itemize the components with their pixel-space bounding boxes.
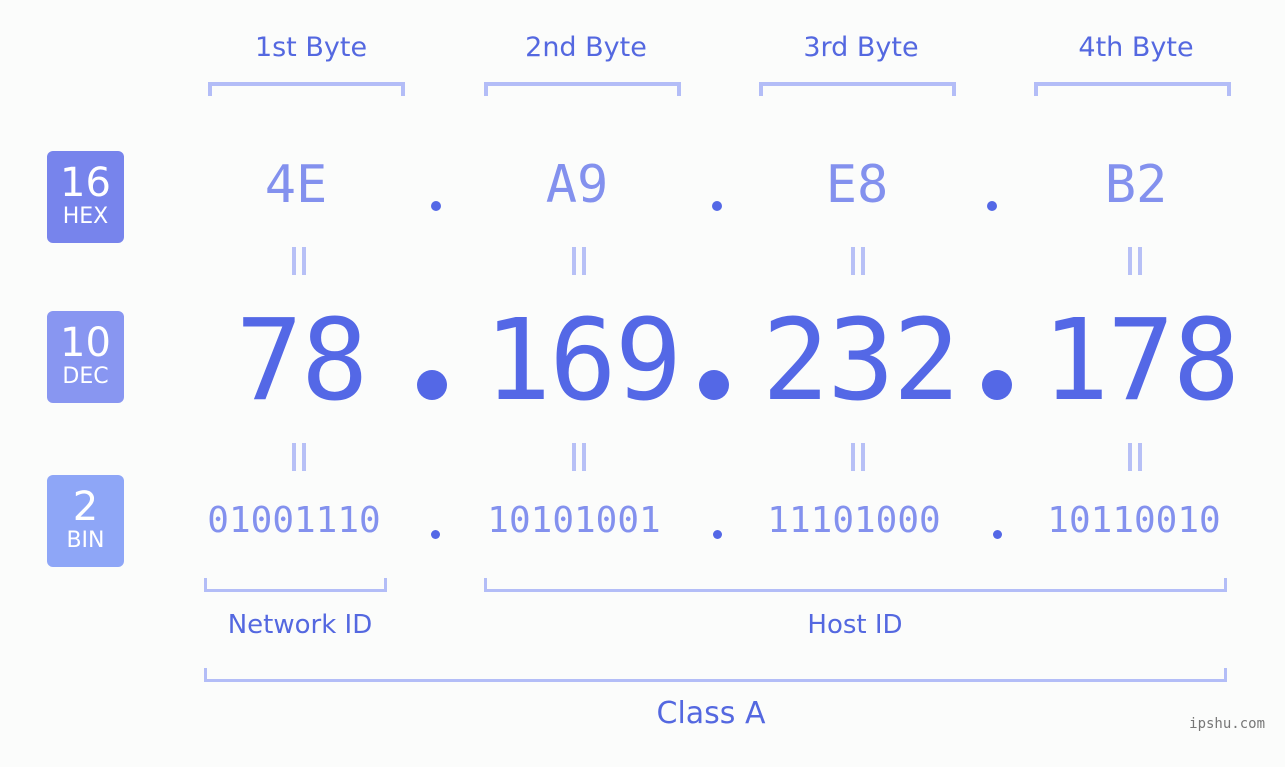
dec-value-2: 169 [483, 296, 682, 426]
hex-value-4: B2 [1104, 155, 1168, 215]
host-id-label: Host ID [807, 610, 903, 640]
dec-base: 10 [60, 320, 111, 366]
byte-header-3: 3rd Byte [803, 32, 919, 63]
hex-label: HEX [62, 204, 109, 229]
dec-badge: 10 DEC [47, 311, 124, 403]
equals-icon [572, 443, 588, 471]
hex-value-1: 4E [264, 155, 328, 215]
hex-value-3: E8 [825, 155, 889, 215]
network-id-label: Network ID [227, 610, 373, 640]
class-bracket [204, 668, 1227, 682]
bin-value-4: 10110010 [1047, 500, 1221, 541]
equals-icon [292, 247, 308, 275]
bin-label: BIN [66, 528, 105, 553]
hex-separator-dot [712, 201, 722, 211]
host-id-bracket [484, 578, 1227, 592]
ip-class-label: Class A [656, 696, 766, 731]
byte-bracket-2 [484, 82, 681, 96]
byte-bracket-3 [759, 82, 956, 96]
dec-separator-dot [699, 370, 729, 400]
bin-separator-dot [713, 530, 722, 539]
hex-separator-dot [987, 201, 997, 211]
dec-separator-dot [982, 370, 1012, 400]
watermark: ipshu.com [1189, 716, 1265, 732]
byte-header-2: 2nd Byte [525, 32, 647, 63]
hex-separator-dot [431, 201, 441, 211]
equals-icon [851, 443, 867, 471]
equals-icon [1128, 443, 1144, 471]
byte-header-4: 4th Byte [1078, 32, 1194, 63]
hex-base: 16 [60, 160, 111, 206]
dec-value-4: 178 [1041, 296, 1240, 426]
equals-icon [1128, 247, 1144, 275]
bin-value-1: 01001110 [207, 500, 381, 541]
equals-icon [292, 443, 308, 471]
equals-icon [851, 247, 867, 275]
dec-label: DEC [62, 364, 109, 389]
dec-value-3: 232 [761, 296, 960, 426]
bin-base: 2 [72, 484, 99, 530]
bin-separator-dot [993, 530, 1002, 539]
dec-separator-dot [417, 370, 447, 400]
dec-value-1: 78 [235, 296, 369, 426]
byte-bracket-4 [1034, 82, 1231, 96]
bin-badge: 2 BIN [47, 475, 124, 567]
bin-value-3: 11101000 [767, 500, 941, 541]
equals-icon [572, 247, 588, 275]
hex-value-2: A9 [545, 155, 609, 215]
bin-value-2: 10101001 [487, 500, 661, 541]
bin-separator-dot [431, 530, 440, 539]
byte-bracket-1 [208, 82, 405, 96]
byte-header-1: 1st Byte [254, 32, 368, 63]
hex-badge: 16 HEX [47, 151, 124, 243]
network-id-bracket [204, 578, 387, 592]
